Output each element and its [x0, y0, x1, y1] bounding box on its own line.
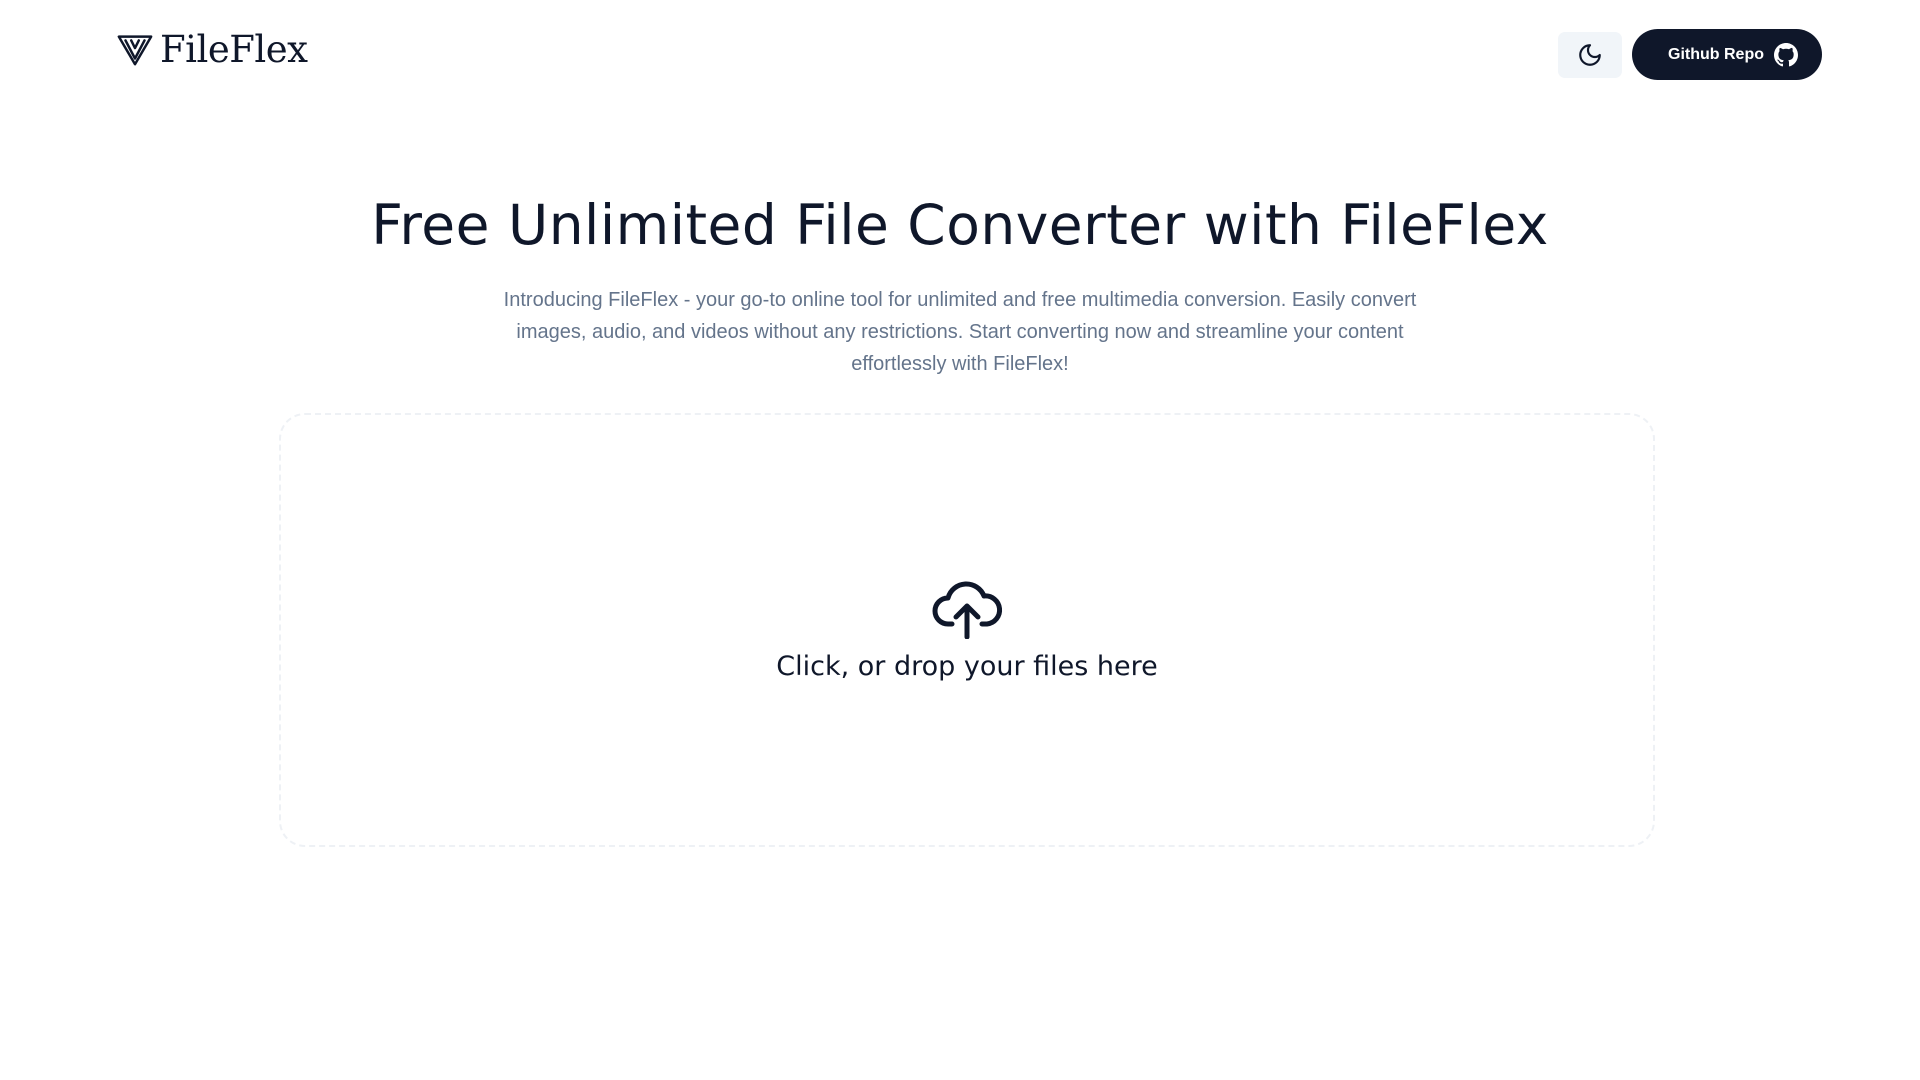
hero-description: Introducing FileFlex - your go-to online…: [503, 289, 1417, 375]
theme-toggle-button[interactable]: [1558, 31, 1623, 78]
navbar: FileFlex Github Repo: [0, 0, 1920, 108]
page-title: Free Unlimited File Converter with FileF…: [371, 193, 1549, 257]
github-repo-button[interactable]: Github Repo: [1632, 29, 1822, 80]
moon-icon: [1579, 43, 1601, 66]
brand-name: FileFlex: [160, 27, 308, 71]
hero-section: Free Unlimited File Converter with FileF…: [0, 192, 1920, 380]
nav-actions: Github Repo: [1558, 29, 1822, 80]
github-icon: [1774, 42, 1798, 66]
file-dropzone[interactable]: Click, or drop your files here: [279, 413, 1655, 847]
fileflex-logo-icon: [117, 35, 153, 66]
github-repo-label: Github Repo: [1668, 45, 1764, 63]
logo-link[interactable]: FileFlex: [116, 30, 308, 68]
cloud-upload-icon: [932, 581, 1003, 639]
dropzone-label: Click, or drop your files here: [776, 650, 1158, 682]
